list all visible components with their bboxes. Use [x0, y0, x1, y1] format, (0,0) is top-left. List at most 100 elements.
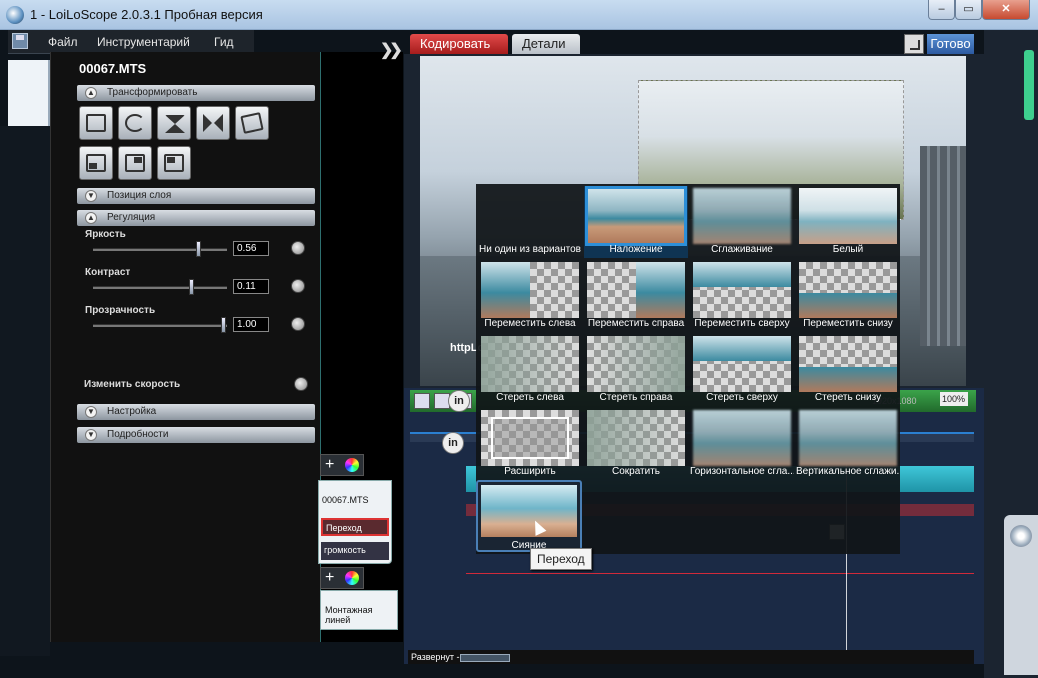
color-wheel-icon[interactable] — [345, 571, 359, 585]
transition-caption: Переместить слева — [484, 318, 576, 329]
transition-option[interactable]: Переместить слева — [478, 260, 582, 332]
slider-track[interactable] — [93, 324, 227, 327]
clip-inspector: 00067.MTS ▲ Трансформировать ▼ Позиция с… — [50, 52, 320, 642]
right-scrollbar[interactable] — [1024, 50, 1034, 120]
fit-frame-button[interactable] — [79, 106, 113, 140]
menu-file[interactable]: Файл — [48, 35, 78, 49]
transition-option[interactable]: Стереть сверху — [690, 334, 794, 406]
transition-option[interactable]: Сократить — [584, 408, 688, 480]
tooltip: Переход — [530, 548, 592, 570]
ready-button[interactable]: Готово — [927, 34, 974, 54]
slider-label: Контраст — [85, 267, 131, 278]
save-icon[interactable] — [12, 33, 28, 49]
transition-caption: Стереть слева — [496, 392, 564, 403]
transition-caption: Стереть справа — [599, 392, 673, 403]
in-point-marker[interactable]: in — [442, 432, 464, 454]
add-button[interactable]: + — [320, 454, 364, 476]
transition-preview-part — [481, 262, 530, 318]
chevron-down-icon: ▼ — [85, 190, 97, 202]
transition-option[interactable]: Ни один из вариантов — [478, 186, 582, 258]
slider-track[interactable] — [93, 286, 227, 289]
corner-bottom-left-button[interactable] — [79, 146, 113, 180]
chevron-up-icon: ▲ — [85, 212, 97, 224]
transition-option[interactable]: Расширить — [478, 408, 582, 480]
close-button[interactable]: ✕ — [982, 0, 1030, 20]
transition-caption: Ни один из вариантов — [479, 244, 581, 255]
transition-option[interactable]: Стереть снизу — [796, 334, 900, 406]
disc-icon — [1010, 525, 1032, 547]
slider-track[interactable] — [93, 248, 227, 251]
tab-encode[interactable]: Кодировать — [410, 34, 508, 54]
transition-option[interactable]: Переместить снизу — [796, 260, 900, 332]
menu-bar: Файл Инструментарий Гид — [8, 30, 254, 54]
timeline-scroll[interactable] — [460, 654, 510, 662]
tab-details[interactable]: Детали — [512, 34, 580, 54]
transition-option[interactable]: Белый — [796, 186, 900, 258]
zoom-select[interactable]: 100% — [940, 392, 968, 406]
menu-tools[interactable]: Инструментарий — [97, 35, 190, 49]
chevron-up-icon: ▲ — [85, 87, 97, 99]
add-button[interactable]: + — [320, 567, 364, 589]
opacity-control: Прозрачность 1.00 — [81, 305, 315, 339]
expand-label[interactable]: Развернут - — [411, 652, 460, 662]
transition-caption: Вертикальное сглажи... — [796, 466, 900, 477]
slider-thumb[interactable] — [220, 317, 226, 333]
flip-horizontal-button[interactable] — [196, 106, 230, 140]
reset-icon[interactable] — [291, 241, 305, 255]
slider-thumb[interactable] — [188, 279, 194, 295]
chevron-right-icon[interactable]: ❯❯ — [380, 40, 403, 60]
clip-name: 00067.MTS — [322, 495, 369, 505]
transition-thumbnail — [693, 262, 791, 318]
section-layer-position[interactable]: ▼ Позиция слоя — [77, 188, 315, 204]
montage-line-label[interactable]: Монтажная линей — [320, 590, 398, 630]
color-wheel-icon[interactable] — [345, 458, 359, 472]
transition-caption: Горизонтальное сгла... — [690, 466, 794, 477]
transition-thumbnail — [481, 262, 579, 318]
side-widget[interactable] — [1004, 515, 1038, 675]
transition-option[interactable]: Сглаживание — [690, 186, 794, 258]
transition-option[interactable]: Наложение — [584, 186, 688, 258]
corner-icon — [164, 154, 184, 172]
corner-top-left-button[interactable] — [157, 146, 191, 180]
reset-icon[interactable] — [291, 279, 305, 293]
transition-preview-part — [636, 262, 685, 318]
app-window: Файл Инструментарий Гид 00067.MTS ▲ Тран… — [0, 30, 1038, 678]
slider-value[interactable]: 1.00 — [233, 317, 269, 332]
expand-icon[interactable] — [904, 34, 924, 54]
transition-caption: Сглаживание — [711, 244, 773, 255]
slider-thumb[interactable] — [195, 241, 201, 257]
section-adjust[interactable]: ▲ Регуляция — [77, 210, 315, 226]
clip-name: 00067.MTS — [79, 61, 147, 76]
volume-option[interactable]: громкость — [321, 542, 389, 560]
slider-value[interactable]: 0.56 — [233, 241, 269, 256]
rotate-button[interactable] — [118, 106, 152, 140]
change-speed-toggle[interactable] — [294, 377, 308, 391]
transition-option[interactable]: Стереть слева — [478, 334, 582, 406]
transition-shine[interactable]: Сияние — [476, 480, 582, 552]
transition-option[interactable]: Горизонтальное сгла... — [690, 408, 794, 480]
transition-option[interactable]: Переместить справа — [584, 260, 688, 332]
minimize-button[interactable]: – — [928, 0, 955, 20]
tilt-button[interactable] — [235, 106, 269, 140]
section-transform[interactable]: ▲ Трансформировать — [77, 85, 315, 101]
slider-label: Прозрачность — [85, 305, 156, 316]
transition-option[interactable]: Переход — [321, 518, 389, 536]
reset-icon[interactable] — [291, 317, 305, 331]
transition-thumbnail — [693, 410, 791, 466]
in-point-marker[interactable]: in — [448, 390, 470, 412]
corner-top-right-button[interactable] — [118, 146, 152, 180]
transition-thumbnail — [693, 336, 791, 392]
transition-caption: Переместить снизу — [803, 318, 893, 329]
transition-option[interactable]: Переместить сверху — [690, 260, 794, 332]
section-settings[interactable]: ▼ Настройка — [77, 404, 315, 420]
flip-vertical-button[interactable] — [157, 106, 191, 140]
transition-option[interactable]: Вертикальное сглажи... — [796, 408, 900, 480]
transition-option[interactable]: Стереть справа — [584, 334, 688, 406]
undo-icon[interactable] — [414, 393, 430, 409]
slider-value[interactable]: 0.11 — [233, 279, 269, 294]
menu-guide[interactable]: Гид — [214, 35, 234, 49]
section-details[interactable]: ▼ Подробности — [77, 427, 315, 443]
flip-horizontal-icon — [203, 114, 223, 132]
transition-preview-part — [587, 336, 685, 392]
maximize-button[interactable]: ▭ — [955, 0, 982, 20]
